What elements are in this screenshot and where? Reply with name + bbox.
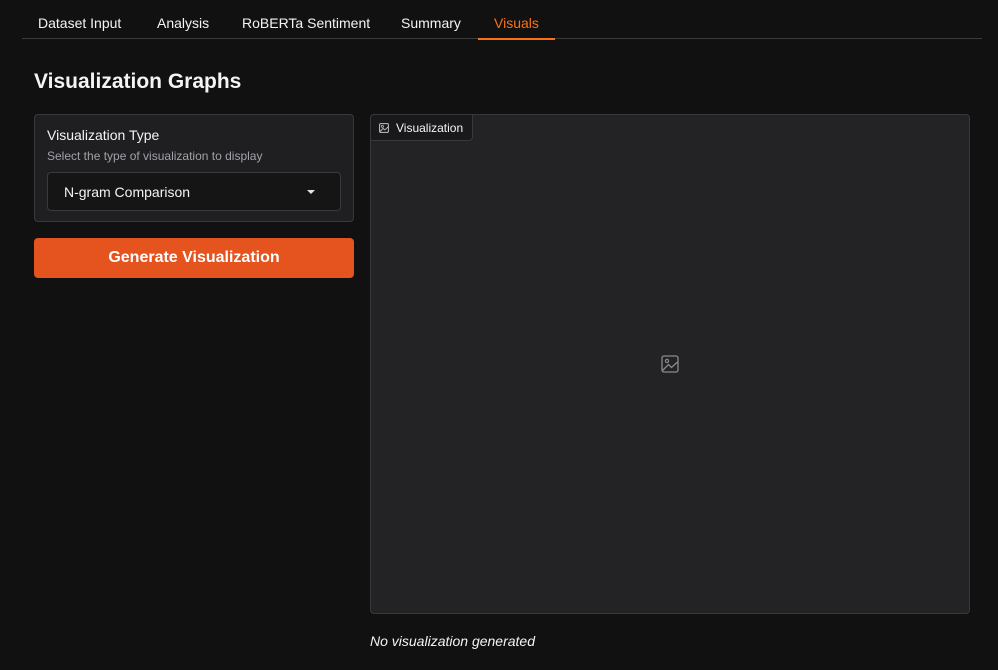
tab-summary[interactable]: Summary (385, 8, 477, 39)
tab-dataset-input[interactable]: Dataset Input (22, 8, 137, 39)
image-icon (379, 122, 389, 133)
visualization-type-selected: N-gram Comparison (64, 184, 191, 200)
visualization-type-info: Select the type of visualization to disp… (47, 149, 263, 163)
visualization-type-block: Visualization Type Select the type of vi… (34, 114, 354, 222)
visualization-type-label: Visualization Type (47, 127, 160, 143)
visualization-type-dropdown[interactable]: N-gram Comparison (47, 172, 341, 211)
tab-analysis[interactable]: Analysis (141, 8, 225, 39)
image-placeholder-icon (661, 355, 679, 373)
tab-visuals[interactable]: Visuals (478, 8, 555, 40)
dropdown-caret-icon (307, 190, 315, 194)
visualization-status: No visualization generated (370, 633, 535, 649)
visualization-label-tag: Visualization (371, 115, 474, 141)
tab-bar: Dataset Input Analysis RoBERTa Sentiment… (22, 8, 982, 40)
visualization-label: Visualization (396, 120, 464, 135)
tab-roberta-sentiment[interactable]: RoBERTa Sentiment (226, 8, 386, 39)
visualization-panel: Visualization (370, 114, 970, 614)
generate-visualization-button[interactable]: Generate Visualization (34, 238, 354, 278)
page-title: Visualization Graphs (34, 70, 242, 93)
